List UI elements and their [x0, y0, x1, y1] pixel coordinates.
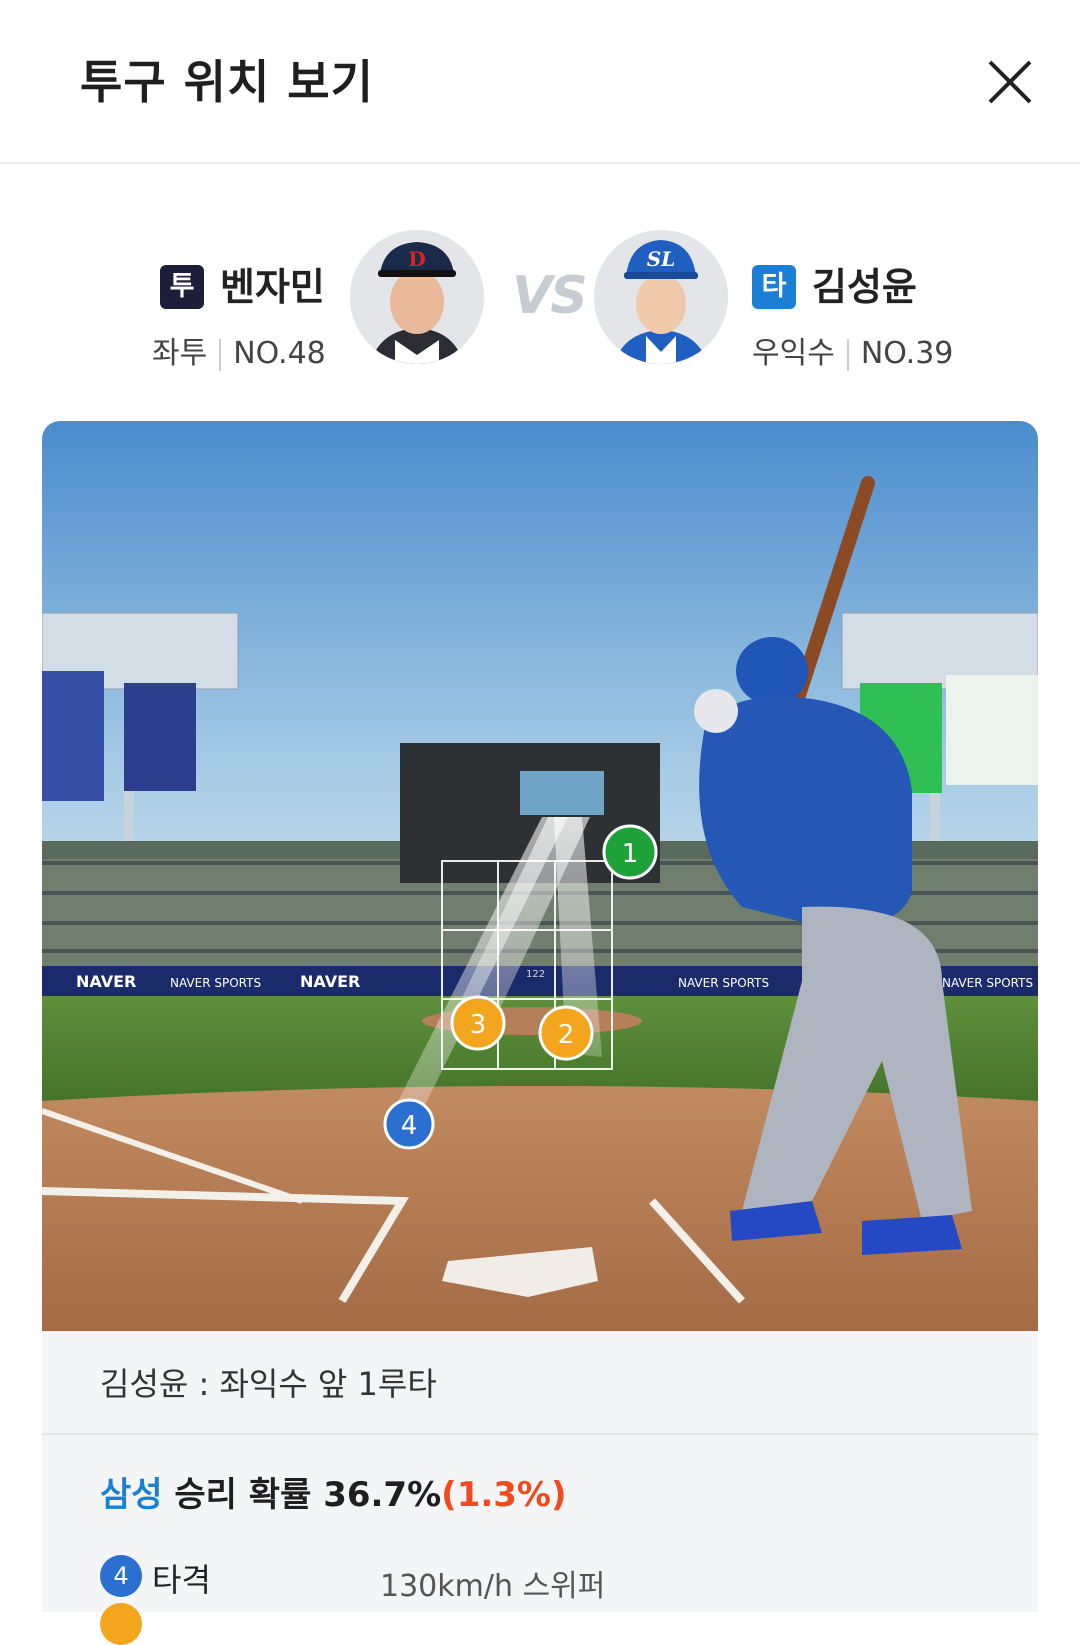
pitcher-avatar[interactable]: D [350, 230, 484, 364]
pitch-list-item[interactable]: 4 타격 130km/h 스위퍼 [100, 1555, 1000, 1604]
modal-header: 투구 위치 보기 [0, 0, 1080, 164]
pitcher-number: NO.48 [233, 336, 326, 371]
wall-board: NAVER SPORTS [170, 976, 261, 990]
pitch-marker-label: 1 [622, 839, 639, 869]
pitch-marker-label: 2 [558, 1020, 575, 1050]
pitch-marker[interactable]: 2 [538, 1005, 594, 1061]
close-icon[interactable] [982, 54, 1038, 110]
svg-text:SL: SL [647, 247, 676, 271]
svg-text:D: D [408, 247, 425, 271]
pitcher-meta: 좌투 NO.48 [152, 328, 326, 372]
win-probability: 삼성 승리 확률 36.7%(1.3%) [100, 1467, 567, 1516]
pitch-marker-label: 3 [470, 1010, 487, 1040]
matchup: 투 벤자민 좌투 NO.48 D VS SL 타 김성윤 우익수 NO.39 [0, 220, 1080, 380]
pitcher-hand: 좌투 [152, 336, 208, 371]
wall-board: NAVER SPORTS [678, 976, 769, 990]
pitch-number: 4 [100, 1555, 142, 1597]
win-prob-text: 승리 확률 36.7% [162, 1475, 442, 1515]
pitch-result: 타격 [152, 1561, 211, 1599]
win-prob-delta: (1.3%) [441, 1475, 567, 1515]
pitch-speed-type: 130km/h 스위퍼 [380, 1569, 606, 1604]
vs-label: VS [512, 266, 588, 326]
batter-position: 우익수 [752, 336, 835, 371]
batter-avatar[interactable]: SL [594, 230, 728, 364]
batter-number: NO.39 [860, 336, 954, 371]
pitcher-badge: 투 [160, 265, 204, 309]
wall-board: NAVER SPORTS [942, 976, 1033, 990]
pitch-marker[interactable]: 1 [602, 824, 658, 880]
page-title: 투구 위치 보기 [80, 55, 374, 109]
pitch-marker-label: 4 [401, 1111, 418, 1141]
wall-board: NAVER [300, 972, 360, 991]
play-result: 김성윤 : 좌익수 앞 1루타 [100, 1365, 437, 1403]
wall-board: NAVER [76, 972, 136, 991]
pitcher-name: 벤자민 [220, 265, 325, 309]
pitch-location-view: NAVER NAVER SPORTS NAVER NAVER SPORTS NA… [42, 421, 1038, 1331]
win-prob-team: 삼성 [100, 1475, 163, 1515]
result-panel: 김성윤 : 좌익수 앞 1루타 삼성 승리 확률 36.7%(1.3%) 4 타… [42, 1331, 1038, 1645]
batter-meta: 우익수 NO.39 [752, 328, 953, 372]
batter-badge: 타 [752, 265, 796, 309]
pitch-list-item-partial [100, 1603, 142, 1645]
batter-name: 김성윤 [812, 265, 917, 309]
pitch-marker[interactable]: 4 [383, 1098, 435, 1150]
pitch-marker[interactable]: 3 [450, 995, 506, 1051]
divider [42, 1433, 1038, 1435]
zone-center-label: 122 [526, 969, 545, 980]
